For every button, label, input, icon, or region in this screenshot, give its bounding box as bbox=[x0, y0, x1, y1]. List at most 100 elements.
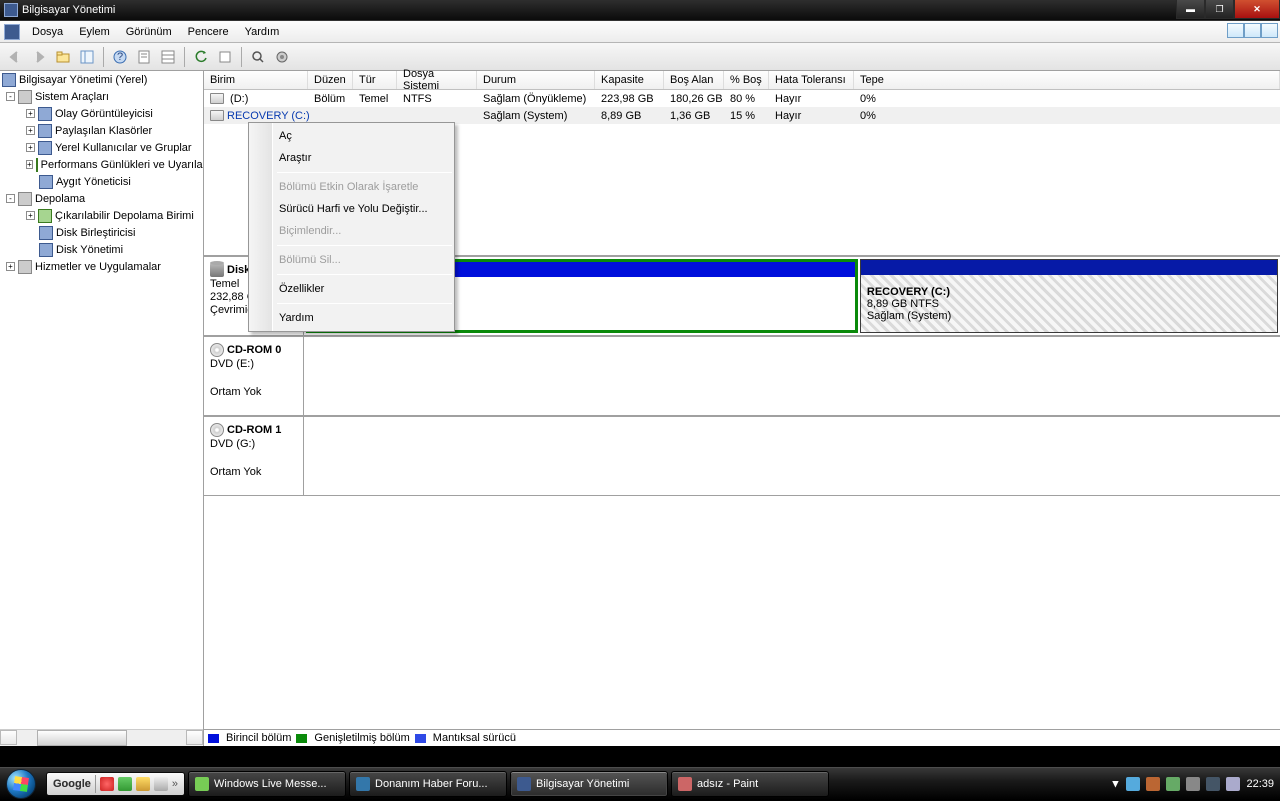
close-button[interactable]: ✕ bbox=[1234, 0, 1280, 19]
tray-icon[interactable] bbox=[1166, 777, 1180, 791]
tree-defrag[interactable]: Disk Birleştiricisi bbox=[0, 224, 203, 241]
col-layout[interactable]: Düzen bbox=[308, 71, 353, 89]
deskbar-icon[interactable] bbox=[136, 777, 150, 791]
export-list-button[interactable] bbox=[214, 46, 236, 68]
properties-button[interactable] bbox=[133, 46, 155, 68]
expand-icon[interactable]: + bbox=[26, 109, 35, 118]
cell-fs: NTFS bbox=[397, 93, 477, 105]
scroll-right-button[interactable] bbox=[186, 730, 203, 745]
tree-removable-storage[interactable]: + Çıkarılabilir Depolama Birimi bbox=[0, 207, 203, 224]
deskbar-icon[interactable] bbox=[100, 777, 114, 791]
task-paint[interactable]: adsız - Paint bbox=[671, 771, 829, 797]
scroll-thumb[interactable] bbox=[37, 730, 127, 746]
ctx-change-letter[interactable]: Sürücü Harfi ve Yolu Değiştir... bbox=[249, 198, 454, 220]
task-messenger[interactable]: Windows Live Messe... bbox=[188, 771, 346, 797]
col-volume[interactable]: Birim bbox=[204, 71, 308, 89]
collapse-icon[interactable]: - bbox=[6, 194, 15, 203]
partition-label: RECOVERY (C:) bbox=[867, 286, 1271, 298]
list-button[interactable] bbox=[157, 46, 179, 68]
tree-scrollbar[interactable] bbox=[0, 729, 203, 746]
tray-icon[interactable] bbox=[1186, 777, 1200, 791]
ctx-help[interactable]: Yardım bbox=[249, 307, 454, 329]
col-free-pct[interactable]: % Boş bbox=[724, 71, 769, 89]
menu-view[interactable]: Görünüm bbox=[118, 23, 180, 41]
deskbar-icon[interactable] bbox=[118, 777, 132, 791]
navigation-tree[interactable]: Bilgisayar Yönetimi (Yerel) - Sistem Ara… bbox=[0, 71, 204, 746]
cdrom-1-info[interactable]: CD-ROM 1 DVD (G:) Ortam Yok bbox=[204, 417, 304, 495]
tree-event-viewer[interactable]: + Olay Görüntüleyicisi bbox=[0, 105, 203, 122]
collapse-icon[interactable]: - bbox=[6, 92, 15, 101]
menu-file[interactable]: Dosya bbox=[24, 23, 71, 41]
tree-root[interactable]: Bilgisayar Yönetimi (Yerel) bbox=[0, 71, 203, 88]
tray-expand-icon[interactable]: ▲ bbox=[1110, 778, 1121, 790]
col-status[interactable]: Durum bbox=[477, 71, 595, 89]
show-hide-tree-button[interactable] bbox=[76, 46, 98, 68]
back-button[interactable] bbox=[4, 46, 26, 68]
settings-button[interactable] bbox=[271, 46, 293, 68]
tree-storage[interactable]: - Depolama bbox=[0, 190, 203, 207]
menu-action[interactable]: Eylem bbox=[71, 23, 118, 41]
volume-row-d[interactable]: (D:) Bölüm Temel NTFS Sağlam (Önyükleme)… bbox=[204, 90, 1280, 107]
scroll-left-button[interactable] bbox=[0, 730, 17, 745]
start-button[interactable] bbox=[0, 768, 42, 801]
tree-label: Disk Yönetimi bbox=[56, 244, 123, 256]
ctx-properties[interactable]: Özellikler bbox=[249, 278, 454, 300]
cdrom-0-info[interactable]: CD-ROM 0 DVD (E:) Ortam Yok bbox=[204, 337, 304, 415]
tree-perf-logs[interactable]: + Performans Günlükleri ve Uyarıları bbox=[0, 156, 203, 173]
forward-button[interactable] bbox=[28, 46, 50, 68]
task-compmgmt[interactable]: Bilgisayar Yönetimi bbox=[510, 771, 668, 797]
ctx-explore[interactable]: Araştır bbox=[249, 147, 454, 169]
col-capacity[interactable]: Kapasite bbox=[595, 71, 664, 89]
refresh-button[interactable] bbox=[190, 46, 212, 68]
scroll-track[interactable] bbox=[17, 730, 186, 746]
maximize-button[interactable]: ❐ bbox=[1205, 0, 1234, 19]
mdi-restore[interactable] bbox=[1244, 23, 1261, 38]
tray-icon[interactable] bbox=[1126, 777, 1140, 791]
tree-local-users[interactable]: + Yerel Kullanıcılar ve Gruplar bbox=[0, 139, 203, 156]
mdi-close[interactable] bbox=[1261, 23, 1278, 38]
tree-label: Performans Günlükleri ve Uyarıları bbox=[41, 159, 204, 171]
window-title: Bilgisayar Yönetimi bbox=[22, 4, 115, 16]
tray-icon[interactable] bbox=[1146, 777, 1160, 791]
folder-icon bbox=[38, 124, 52, 138]
menu-window[interactable]: Pencere bbox=[180, 23, 237, 41]
tree-shared-folders[interactable]: + Paylaşılan Klasörler bbox=[0, 122, 203, 139]
expand-icon[interactable]: + bbox=[6, 262, 15, 271]
tree-label: Olay Görüntüleyicisi bbox=[55, 108, 153, 120]
clock[interactable]: 22:39 bbox=[1246, 778, 1274, 790]
partition-size: 8,89 GB NTFS bbox=[867, 298, 1271, 310]
deskbar-icon[interactable] bbox=[154, 777, 168, 791]
disk-sub: DVD (E:) bbox=[210, 358, 299, 370]
col-overhead[interactable]: Tepe bbox=[854, 71, 1280, 89]
up-button[interactable] bbox=[52, 46, 74, 68]
partition-header bbox=[861, 260, 1277, 275]
removable-icon bbox=[38, 209, 52, 223]
col-fault-tol[interactable]: Hata Toleransı bbox=[769, 71, 854, 89]
tree-disk-management[interactable]: Disk Yönetimi bbox=[0, 241, 203, 258]
google-deskbar[interactable]: Google » bbox=[46, 772, 185, 796]
help-button[interactable]: ? bbox=[109, 46, 131, 68]
tree-device-manager[interactable]: Aygıt Yöneticisi bbox=[0, 173, 203, 190]
tree-root-label: Bilgisayar Yönetimi (Yerel) bbox=[19, 74, 147, 86]
col-filesystem[interactable]: Dosya Sistemi bbox=[397, 71, 477, 89]
tree-services[interactable]: + Hizmetler ve Uygulamalar bbox=[0, 258, 203, 275]
col-type[interactable]: Tür bbox=[353, 71, 397, 89]
expand-icon[interactable]: + bbox=[26, 211, 35, 220]
task-label: Windows Live Messe... bbox=[214, 778, 326, 790]
minimize-button[interactable]: ▬ bbox=[1176, 0, 1205, 19]
partition-recovery[interactable]: RECOVERY (C:) 8,89 GB NTFS Sağlam (Syste… bbox=[860, 259, 1278, 333]
menu-help[interactable]: Yardım bbox=[237, 23, 288, 41]
disk-icon bbox=[210, 263, 224, 277]
zoom-button[interactable] bbox=[247, 46, 269, 68]
task-ie[interactable]: Donanım Haber Foru... bbox=[349, 771, 507, 797]
expand-icon[interactable]: + bbox=[26, 126, 35, 135]
ctx-open[interactable]: Aç bbox=[249, 125, 454, 147]
tree-label: Aygıt Yöneticisi bbox=[56, 176, 131, 188]
expand-icon[interactable]: + bbox=[26, 160, 33, 169]
expand-icon[interactable]: + bbox=[26, 143, 35, 152]
tray-icon[interactable] bbox=[1226, 777, 1240, 791]
col-free[interactable]: Boş Alan bbox=[664, 71, 724, 89]
tray-icon[interactable] bbox=[1206, 777, 1220, 791]
tree-system-tools[interactable]: - Sistem Araçları bbox=[0, 88, 203, 105]
mdi-minimize[interactable] bbox=[1227, 23, 1244, 38]
